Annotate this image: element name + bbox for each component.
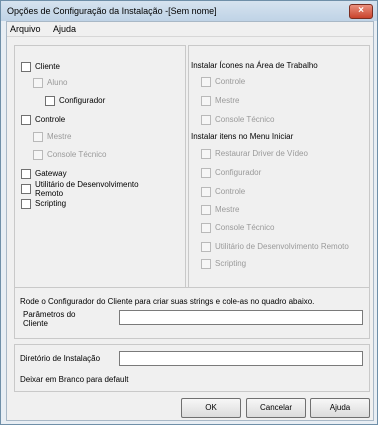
configurator-checkbox[interactable] [45, 96, 55, 106]
ok-button[interactable]: OK [181, 398, 241, 418]
tech-console-label: Console Técnico [47, 150, 107, 159]
student-checkbox [33, 78, 43, 88]
start-remote-dev-utility-label: Utilitário de Desenvolvimento Remoto [215, 242, 349, 251]
start-master-checkbox [201, 205, 211, 215]
setup-options-window: Opções de Configuração da Instalação -[S… [0, 0, 378, 425]
control-checkbox[interactable] [21, 115, 31, 125]
control-label: Controle [35, 115, 66, 124]
client-params-instruction: Rode o Configurador do Cliente para cria… [20, 297, 315, 306]
install-dir-label: Diretório de Instalação [20, 354, 101, 363]
start-master-label: Mestre [215, 205, 240, 214]
remote-dev-utility-label-line2: Remoto [35, 189, 64, 198]
components-panel: Cliente Aluno Configurador Controle Mest… [14, 45, 186, 295]
dialog-body: Arquivo Ajuda Cliente Aluno Configurador… [6, 21, 374, 421]
scripting-checkbox[interactable] [21, 199, 31, 209]
title-bar[interactable]: Opções de Configuração da Instalação -[S… [1, 1, 377, 21]
start-tech-console-label: Console Técnico [215, 223, 275, 232]
install-dir-panel: Diretório de Instalação Deixar em Branco… [14, 344, 370, 392]
start-scripting-checkbox [201, 259, 211, 269]
start-configurator-checkbox [201, 168, 211, 178]
client-params-label-line1: Parâmetros do [23, 310, 76, 319]
start-configurator-label: Configurador [215, 168, 262, 177]
desktop-master-label: Mestre [215, 96, 240, 105]
master-checkbox [33, 132, 43, 142]
start-control-label: Controle [215, 187, 246, 196]
window-title: Opções de Configuração da Instalação -[S… [7, 6, 217, 16]
gateway-checkbox[interactable] [21, 169, 31, 179]
start-scripting-label: Scripting [215, 259, 247, 268]
start-restore-video-driver-checkbox [201, 149, 211, 159]
install-dir-hint: Deixar em Branco para default [20, 375, 129, 384]
remote-dev-utility-label-line1: Utilitário de Desenvolvimento [35, 180, 139, 189]
gateway-label: Gateway [35, 169, 67, 178]
client-params-label-line2: Cliente [23, 319, 48, 328]
menu-file[interactable]: Arquivo [10, 24, 41, 34]
client-checkbox[interactable] [21, 62, 31, 72]
desktop-tech-console-label: Console Técnico [215, 115, 275, 124]
configurator-label: Configurador [59, 96, 106, 105]
cancel-button[interactable]: Cancelar [246, 398, 306, 418]
shortcuts-panel: Instalar Ícones na Área de Trabalho Cont… [188, 45, 370, 295]
start-restore-video-driver-label: Restaurar Driver de Vídeo [215, 149, 308, 158]
remote-dev-utility-checkbox[interactable] [21, 184, 31, 194]
desktop-master-checkbox [201, 96, 211, 106]
desktop-icons-heading: Instalar Ícones na Área de Trabalho [191, 61, 318, 70]
menu-help[interactable]: Ajuda [53, 24, 76, 34]
desktop-control-checkbox [201, 77, 211, 87]
install-dir-input[interactable] [119, 351, 363, 366]
client-label: Cliente [35, 62, 60, 71]
client-params-panel: Rode o Configurador do Cliente para cria… [14, 287, 370, 339]
scripting-label: Scripting [35, 199, 67, 208]
start-remote-dev-utility-checkbox [201, 242, 211, 252]
desktop-tech-console-checkbox [201, 115, 211, 125]
tech-console-checkbox [33, 150, 43, 160]
start-control-checkbox [201, 187, 211, 197]
help-button[interactable]: Ajuda [310, 398, 370, 418]
close-button[interactable]: × [349, 4, 373, 19]
start-tech-console-checkbox [201, 223, 211, 233]
start-menu-heading: Instalar itens no Menu Iniciar [191, 132, 294, 141]
master-label: Mestre [47, 132, 72, 141]
menu-bar: Arquivo Ajuda [7, 22, 373, 37]
student-label: Aluno [47, 78, 68, 87]
client-params-input[interactable] [119, 310, 363, 325]
desktop-control-label: Controle [215, 77, 246, 86]
